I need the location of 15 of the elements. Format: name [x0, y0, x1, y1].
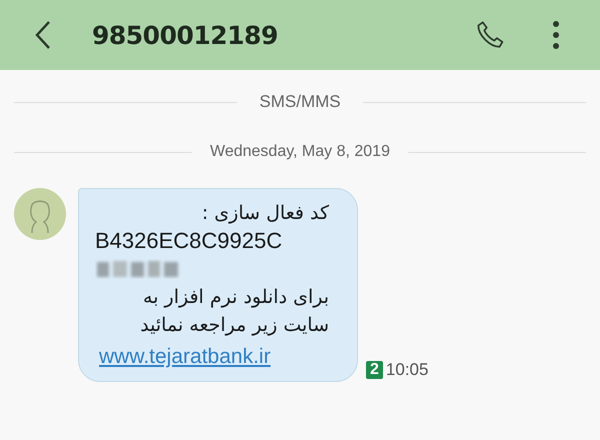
channel-label: SMS/MMS [258, 92, 342, 112]
message-text: برای دانلود نرم افزار به [142, 285, 330, 310]
date-label: Wednesday, May 8, 2019 [209, 143, 391, 161]
contact-number: 98500012189 [92, 20, 278, 50]
more-options-button[interactable] [552, 20, 560, 50]
back-icon [34, 20, 52, 50]
avatar-icon [14, 188, 66, 240]
website-link[interactable]: www.tejaratbank.ir [99, 343, 271, 371]
sim-badge: 2 [366, 361, 383, 379]
message-time: 10:05 [386, 360, 428, 380]
message-text: کد فعال سازی : [200, 201, 330, 226]
more-options-icon [552, 20, 560, 50]
back-button[interactable] [34, 20, 52, 50]
message-text: B4326EC8C9925C [95, 227, 284, 255]
message-text: سایت زیر مراجعه نمائید [139, 313, 330, 338]
